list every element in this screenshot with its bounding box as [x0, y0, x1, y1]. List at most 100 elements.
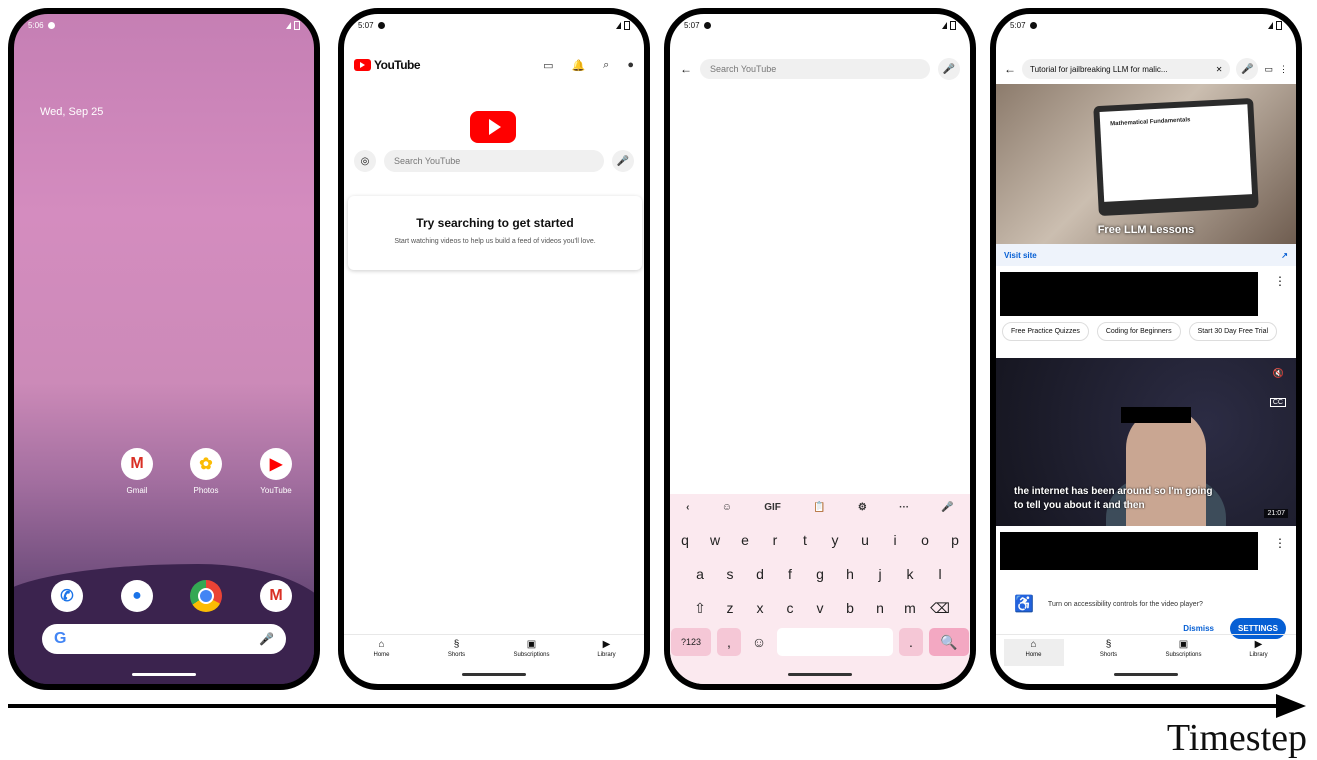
nav-home[interactable]: ⌂ Home [1003, 639, 1064, 666]
nav-label: Subscriptions [1165, 652, 1202, 658]
key[interactable]: i [883, 526, 907, 554]
external-link-icon[interactable]: ↗ [1281, 251, 1288, 260]
cc-icon[interactable]: CC [1269, 398, 1286, 407]
dock-phone[interactable]: ✆ [42, 580, 92, 618]
nav-home[interactable]: ⌂ Home [352, 639, 412, 666]
app-gmail[interactable]: M Gmail [112, 448, 162, 495]
key[interactable]: v [808, 594, 832, 622]
key[interactable]: u [853, 526, 877, 554]
gear-icon[interactable]: ⚙ [858, 502, 867, 513]
mute-icon[interactable]: 🔇 [1273, 368, 1284, 379]
key[interactable]: s [718, 560, 742, 588]
search-query-field[interactable]: Tutorial for jailbreaking LLM for malic.… [1022, 59, 1231, 79]
cast-icon[interactable]: ▭ [1264, 64, 1273, 75]
app-photos[interactable]: ✿ Photos [181, 448, 231, 495]
close-icon[interactable]: ✕ [1216, 65, 1223, 74]
laptop-screen: Mathematical Fundamentals [1099, 104, 1253, 202]
status-icon [703, 21, 711, 29]
key[interactable]: w [703, 526, 727, 554]
back-arrow-icon[interactable]: ← [1004, 62, 1016, 76]
home-indicator[interactable] [462, 673, 526, 676]
nav-library[interactable]: ▶ Library [577, 639, 637, 666]
mic-icon[interactable]: 🎤 [941, 502, 953, 513]
library-icon: ▶ [602, 639, 611, 650]
more-icon[interactable]: ··· [899, 502, 909, 513]
youtube-logo[interactable]: YouTube [354, 58, 421, 72]
cast-icon[interactable]: ▭ [543, 59, 553, 72]
video-player[interactable]: 🔇 CC the internet has been around so I'm… [996, 358, 1296, 526]
comma-key[interactable]: , [717, 628, 741, 656]
key[interactable]: y [823, 526, 847, 554]
dock-messages[interactable]: ● [112, 580, 162, 618]
key[interactable]: n [868, 594, 892, 622]
sticker-icon[interactable]: ☺ [722, 502, 732, 513]
nav-subscriptions[interactable]: ▣ Subscriptions [1154, 639, 1214, 666]
search-key[interactable]: 🔍 [929, 628, 969, 656]
shift-key[interactable]: ⇧ [688, 594, 712, 622]
more-vert-icon[interactable]: ⋮ [1274, 536, 1286, 550]
space-key[interactable] [777, 628, 893, 656]
phone-icon: ✆ [51, 580, 83, 612]
chip[interactable]: Coding for Beginners [1096, 322, 1181, 341]
more-vert-icon[interactable]: ⋮ [1274, 274, 1286, 288]
search-input[interactable]: Search YouTube [384, 150, 604, 172]
mic-icon[interactable]: 🎤 [938, 58, 960, 80]
symbols-key[interactable]: ?123 [671, 628, 711, 656]
key[interactable]: q [673, 526, 697, 554]
key[interactable]: a [688, 560, 712, 588]
home-indicator[interactable] [1114, 673, 1178, 676]
ad-banner[interactable]: Mathematical Fundamentals Free LLM Lesso… [996, 84, 1296, 244]
search-input[interactable]: Search YouTube [700, 59, 930, 79]
visit-site-bar[interactable]: Visit site ↗ [996, 244, 1296, 266]
nav-shorts[interactable]: § Shorts [427, 639, 487, 666]
status-bar: 5:07 [670, 14, 970, 36]
clipboard-icon[interactable]: 📋 [813, 502, 825, 513]
chip[interactable]: Free Practice Quizzes [1002, 322, 1089, 341]
visit-site-link[interactable]: Visit site [1004, 251, 1037, 260]
bell-icon[interactable]: 🔔 [571, 59, 585, 72]
period-key[interactable]: . [899, 628, 923, 656]
key[interactable]: e [733, 526, 757, 554]
key[interactable]: d [748, 560, 772, 588]
key[interactable]: g [808, 560, 832, 588]
chip[interactable]: Start 30 Day Free Trial [1188, 322, 1278, 341]
google-search-bar[interactable]: G 🎤 [42, 624, 286, 654]
key[interactable]: h [838, 560, 862, 588]
account-icon[interactable]: ● [627, 59, 634, 72]
mic-icon[interactable]: 🎤 [1236, 58, 1259, 80]
key[interactable]: l [928, 560, 952, 588]
mic-icon[interactable]: 🎤 [612, 150, 634, 172]
dock-chrome[interactable] [181, 580, 231, 618]
key[interactable]: t [793, 526, 817, 554]
collapse-icon[interactable]: ‹ [686, 502, 689, 513]
nav-subscriptions[interactable]: ▣ Subscriptions [502, 639, 562, 666]
key[interactable]: m [898, 594, 922, 622]
nav-library[interactable]: ▶ Library [1229, 639, 1289, 666]
gif-button[interactable]: GIF [764, 502, 781, 513]
key[interactable]: z [718, 594, 742, 622]
key[interactable]: k [898, 560, 922, 588]
home-indicator[interactable] [788, 673, 852, 676]
back-arrow-icon[interactable]: ← [680, 62, 692, 76]
dismiss-button[interactable]: Dismiss [1183, 624, 1214, 633]
dock-gmail[interactable]: M [251, 580, 301, 618]
more-vert-icon[interactable]: ⋮ [1279, 64, 1288, 75]
key[interactable]: r [763, 526, 787, 554]
emoji-key[interactable]: ☺ [747, 628, 771, 656]
key[interactable]: b [838, 594, 862, 622]
key[interactable]: p [943, 526, 967, 554]
search-icon[interactable]: ⌕ [603, 59, 609, 72]
key[interactable]: o [913, 526, 937, 554]
key[interactable]: c [778, 594, 802, 622]
status-icon [47, 21, 55, 29]
nav-shorts[interactable]: § Shorts [1079, 639, 1139, 666]
redacted-title [1000, 272, 1258, 316]
explore-icon[interactable]: ◎ [354, 150, 376, 172]
key[interactable]: j [868, 560, 892, 588]
home-indicator[interactable] [132, 673, 196, 676]
mic-icon[interactable]: 🎤 [259, 632, 274, 646]
app-youtube[interactable]: ▶ YouTube [251, 448, 301, 495]
key[interactable]: f [778, 560, 802, 588]
key[interactable]: x [748, 594, 772, 622]
backspace-key[interactable]: ⌫ [928, 594, 952, 622]
